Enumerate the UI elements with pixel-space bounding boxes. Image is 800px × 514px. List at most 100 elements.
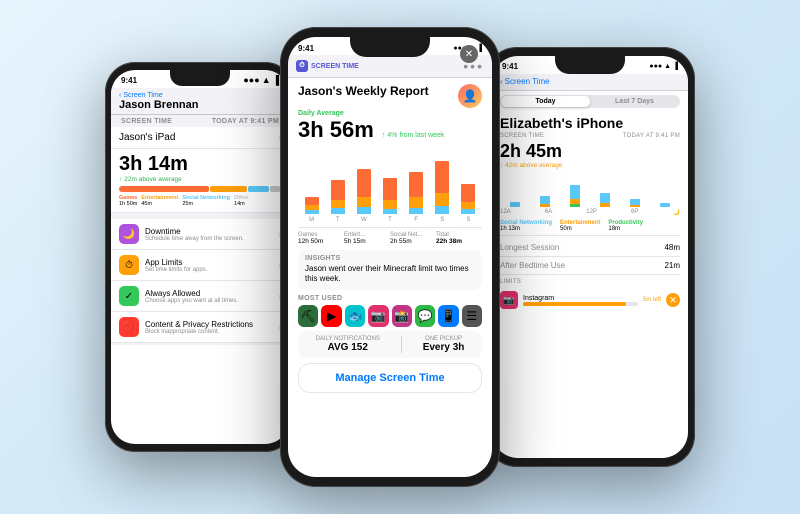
stat-games: Games 12h 50m [298,232,344,245]
social-label: Social Networking 25m [182,195,230,207]
right-notch [555,56,625,74]
center-app-label: ⏱ SCREEN TIME [296,60,359,72]
center-time: 9:41 [298,44,314,53]
right-bar-chart [500,172,680,207]
close-button[interactable]: ✕ [460,45,478,63]
ent-bar [210,186,247,192]
right-stats-row: Social Networking 1h 13m Entertainment 5… [500,220,680,236]
app-icons-row: ⛏ ▶ 🐟 📷 📸 💬 📱 ☰ [298,305,482,327]
after-bedtime-row: After Bedtime Use 21m [500,257,680,275]
limit-name: Instagram [523,295,638,302]
segment-today[interactable]: Today [501,96,590,107]
limits-header: LIMITS [500,279,680,285]
ent-time: 50m [560,226,600,232]
day-t: T [326,217,349,223]
stat-social-net: Social Networking 1h 13m [500,220,552,232]
games-bar [119,186,209,192]
battery-icon: ▐ [477,45,482,52]
right-bar-seg3 [570,185,580,199]
app-limits-text: App Limits Set time limits for apps. [145,258,272,273]
social-time: 1h 13m [500,226,552,232]
bar-ent [383,200,397,209]
screen-time-label-text: SCREEN TIME [311,63,359,70]
avg-text: 22m above average [124,176,181,183]
app-5: 📸 [392,305,412,327]
right-screen: 9:41 ●●● ▲ ▐ ‹ Screen Time Today Last 7 … [492,56,688,458]
time-6a: 6A [545,209,552,216]
downtime-item[interactable]: 🌙 Downtime Schedule time away from the s… [111,219,289,250]
content-privacy-sub: Block inappropriate content. [145,329,272,335]
usage-labels: Games 1h 50m Entertainment 45m Social Ne… [119,195,281,207]
screen-time-section-label: SCREEN TIME [500,133,544,139]
content-privacy-item[interactable]: 🚫 Content & Privacy Restrictions Block i… [111,312,289,343]
bar-games [383,178,397,200]
always-allowed-title: Always Allowed [145,289,272,298]
pickup-label: One Pickup [423,336,465,342]
right-phone: 9:41 ●●● ▲ ▐ ‹ Screen Time Today Last 7 … [485,47,695,467]
social-bar [248,186,269,192]
app-limits-sub: Set time limits for apps. [145,267,272,273]
time-moon-icon: 🌙 [673,209,680,216]
longest-session-label: Longest Session [500,243,559,252]
weekly-title: Jason's Weekly Report [298,84,429,98]
content-privacy-icon: 🚫 [119,317,139,337]
games-time: 1h 50m [119,201,137,207]
stat-ent: Entertainment 50m [560,220,600,232]
always-allowed-item[interactable]: ✓ Always Allowed Choose apps you want at… [111,281,289,312]
back-chevron-icon: ‹ [500,77,503,86]
bar-thursday-stack [378,178,401,214]
other-label: Other 14m [234,195,249,207]
always-allowed-sub: Choose apps you want at all times. [145,298,272,304]
bar-games [435,161,449,193]
bar-social [461,209,475,214]
left-status-icons: ●●● ▲ ▐ [243,75,279,85]
segment-last7[interactable]: Last 7 Days [590,96,679,107]
content-privacy-title: Content & Privacy Restrictions [145,320,272,329]
limit-bar-bg [523,302,638,306]
daily-avg-label: Daily Average [298,110,482,117]
elizabeth-avg: ↑ 42m above average [500,162,680,169]
bar-games [409,172,423,197]
right-bar-seg1 [510,202,520,207]
bar-social [357,207,371,214]
day-w: W [352,217,375,223]
bar-social [331,208,345,214]
left-screen: 9:41 ●●● ▲ ▐ ‹ Screen Time Jason Brennan… [111,70,289,444]
segment-control: Today Last 7 Days [500,95,680,108]
center-phone: 9:41 ●●● ▲ ▐ ✕ ⏱ SCREEN TIME ••• [280,27,500,487]
bar-tuesday [326,180,349,214]
left-back-nav[interactable]: ‹ Screen Time [119,92,281,99]
content-privacy-text: Content & Privacy Restrictions Block ina… [145,320,272,335]
app-limits-item[interactable]: ⏱ App Limits Set time limits for apps. › [111,250,289,281]
phones-container: 9:41 ●●● ▲ ▐ ‹ Screen Time Jason Brennan… [105,27,695,487]
bar-sunday [457,184,480,214]
bar-thursday [378,178,401,214]
center-content: Jason's Weekly Report 👤 Daily Average 3h… [288,78,492,399]
back-chevron-icon: ‹ [119,92,121,99]
instagram-limit-item: 📷 Instagram 5m left ✕ [500,288,680,312]
bar-monday [300,197,323,214]
center-screen: 9:41 ●●● ▲ ▐ ✕ ⏱ SCREEN TIME ••• [288,37,492,477]
right-back-button[interactable]: ‹ Screen Time [500,77,680,86]
bar-ent [461,202,475,209]
bar-friday [405,172,428,214]
manage-screen-time-button[interactable]: Manage Screen Time [298,363,482,393]
right-bar-seg2b [540,204,550,207]
right-bar-6 [651,203,680,207]
right-bar-seg2 [540,196,550,204]
always-allowed-text: Always Allowed Choose apps you want at a… [145,289,272,304]
games-label: Games 1h 50m [119,195,137,207]
right-content: Elizabeth's iPhone SCREEN TIME Today at … [492,112,688,315]
right-bar-5 [621,199,650,207]
battery-icon: ▐ [673,63,678,70]
elizabeth-time: 2h 45m [500,141,680,162]
daily-avg-time: 3h 56m [298,117,374,143]
notifications-row: Daily Notifications AVG 152 One Pickup E… [298,331,482,358]
pickup-item: One Pickup Every 3h [423,336,465,353]
user-avatar: 👤 [458,84,482,108]
pct-change: ↑ 4% from last week [382,132,445,139]
app-minecraft: ⛏ [298,305,318,327]
elizabeth-title: Elizabeth's iPhone [500,115,680,131]
device-row[interactable]: Jason's iPad › [111,127,289,149]
downtime-sub: Schedule time away from the screen. [145,236,272,242]
